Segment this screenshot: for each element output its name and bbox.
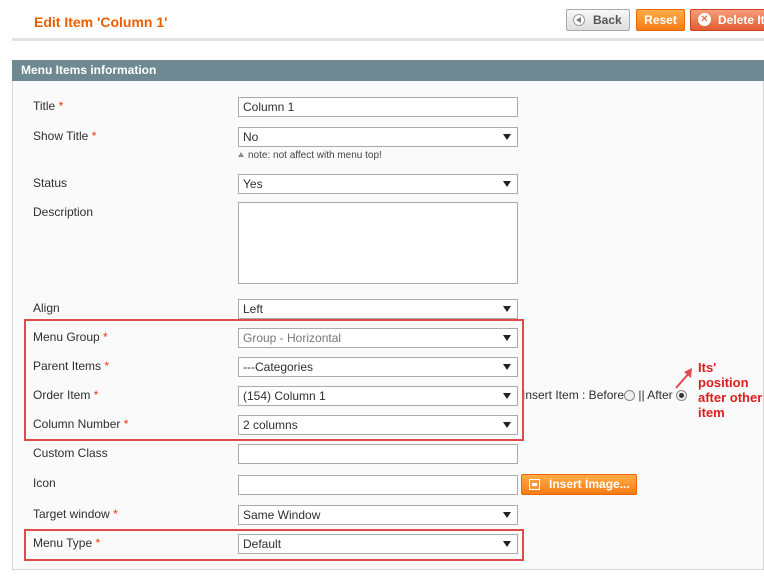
insert-position-options: Insert Item : Before || After — [522, 388, 687, 402]
page-title: Edit Item 'Column 1' — [34, 14, 168, 30]
icon-input[interactable] — [238, 475, 518, 495]
target-window-select[interactable]: Same Window — [238, 505, 518, 525]
show-title-note: note: not affect with menu top! — [238, 150, 382, 161]
chevron-down-icon — [503, 134, 511, 140]
delete-icon: ✕ — [698, 13, 711, 26]
insert-before-label: Insert Item : Before — [522, 388, 625, 402]
custom-class-input[interactable] — [238, 444, 518, 464]
insert-after-label: || After — [638, 388, 673, 402]
align-label: Align — [33, 301, 60, 315]
title-input[interactable]: Column 1 — [238, 97, 518, 117]
title-label: Title * — [33, 99, 64, 113]
back-arrow-icon — [573, 14, 585, 26]
annotation-note: Its' position after other item — [698, 360, 763, 420]
delete-button-label: Delete Item — [718, 13, 764, 27]
highlight-box-order-fields — [24, 319, 524, 441]
back-button[interactable]: Back — [566, 9, 630, 31]
chevron-down-icon — [503, 512, 511, 518]
chevron-down-icon — [503, 181, 511, 187]
custom-class-label: Custom Class — [33, 446, 108, 460]
description-label: Description — [33, 205, 94, 219]
insert-image-label: Insert Image... — [549, 477, 630, 491]
insert-before-radio[interactable] — [624, 390, 636, 401]
show-title-select[interactable]: No — [238, 127, 518, 147]
title-divider — [12, 38, 764, 41]
description-textarea[interactable] — [238, 202, 518, 284]
back-button-label: Back — [593, 13, 622, 27]
delete-item-button[interactable]: ✕ Delete Item — [690, 9, 764, 31]
show-title-label: Show Title * — [33, 129, 97, 143]
annotation-arrow-icon — [675, 368, 692, 389]
chevron-down-icon — [503, 306, 511, 312]
section-header: Menu Items information — [12, 60, 764, 81]
reset-button[interactable]: Reset — [636, 9, 685, 31]
target-window-label: Target window * — [33, 507, 118, 521]
icon-label: Icon — [33, 476, 56, 490]
image-icon — [529, 479, 540, 490]
status-select[interactable]: Yes — [238, 174, 518, 194]
note-arrow-icon — [238, 152, 244, 157]
highlight-box-menu-type — [24, 529, 524, 561]
insert-image-button[interactable]: Insert Image... — [521, 474, 637, 495]
align-select[interactable]: Left — [238, 299, 518, 319]
status-label: Status — [33, 176, 68, 190]
